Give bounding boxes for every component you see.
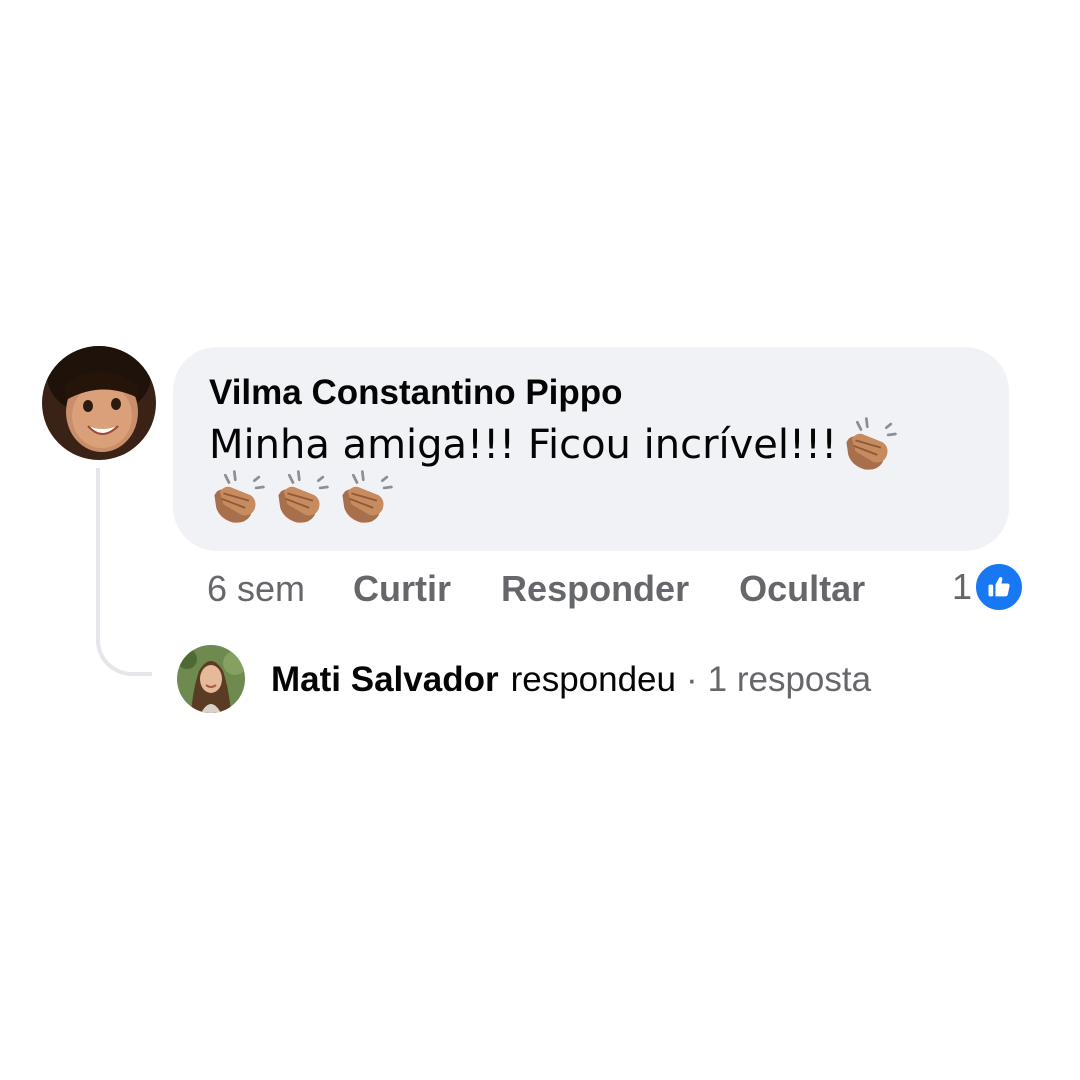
reply-author-avatar[interactable] [177, 645, 245, 713]
comment-actions: 6 sem Curtir Responder Ocultar [207, 566, 865, 612]
thumbs-up-icon [988, 576, 1010, 597]
reply-thread-connector [96, 468, 152, 676]
woman-portrait-icon [177, 645, 245, 713]
comment-text: Minha amiga!!! Ficou incrível!!! [209, 417, 975, 473]
commenter-avatar[interactable] [42, 346, 156, 460]
child-portrait-icon [42, 346, 156, 460]
clapping-hands-icon [846, 417, 897, 470]
reaction-count: 1 [952, 566, 973, 607]
reply-button[interactable]: Responder [501, 568, 689, 610]
reply-separator: · [686, 660, 698, 699]
comment-timestamp[interactable]: 6 sem [207, 568, 305, 610]
like-button[interactable]: Curtir [353, 568, 451, 610]
reaction-summary[interactable]: 1 [952, 562, 1025, 612]
hide-button[interactable]: Ocultar [739, 568, 865, 610]
comment-text-body: Minha amiga!!! Ficou incrível!!! [209, 422, 838, 468]
clapping-hands-icon [342, 470, 393, 523]
comment-emoji-row [205, 470, 975, 526]
comment-bubble: Vilma Constantino Pippo Minha amiga!!! F… [173, 347, 1009, 551]
like-icon [974, 562, 1025, 612]
reply-count: 1 resposta [707, 660, 872, 699]
clapping-hands-icon [278, 470, 329, 523]
clapping-hands-icon [214, 470, 265, 523]
reply-verb: respondeu [510, 660, 676, 699]
view-replies-link[interactable]: Mati Salvador respondeu · 1 resposta [271, 657, 871, 703]
comment-author-name[interactable]: Vilma Constantino Pippo [209, 372, 975, 414]
reply-author-name: Mati Salvador [271, 660, 499, 699]
